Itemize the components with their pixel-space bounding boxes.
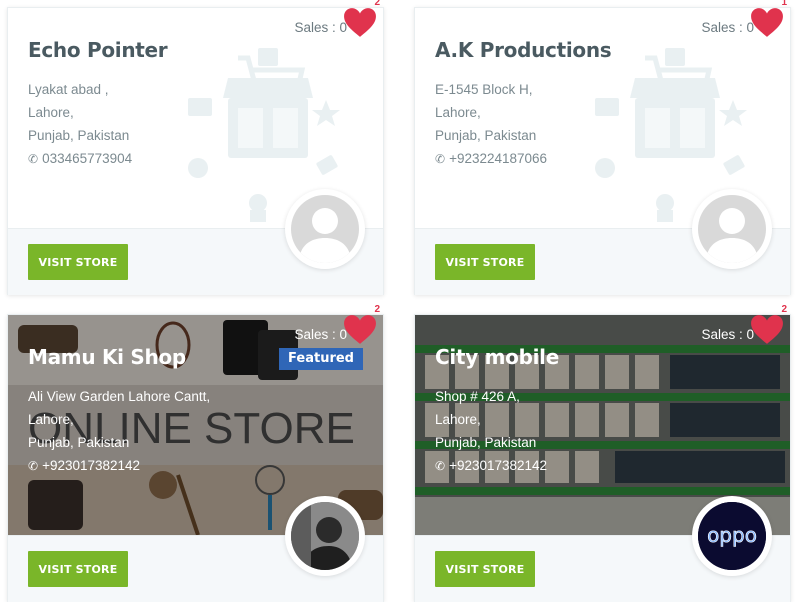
store-phone: ✆ +923017382142 (28, 454, 210, 478)
store-card: City mobile Shop # 426 A, Lahore, Punjab… (414, 304, 791, 602)
favorite-count: 2 (374, 304, 380, 315)
store-card: Echo Pointer Lyakat abad , Lahore, Punja… (7, 0, 384, 295)
visit-store-button[interactable]: VISIT STORE (435, 551, 535, 587)
address-line: Lahore, (28, 105, 74, 120)
store-avatar[interactable]: oppo (692, 496, 772, 576)
phone-number: +923224187066 (449, 151, 548, 166)
favorite-heart-icon[interactable]: 1 (750, 0, 787, 40)
address-line: E-1545 Block H, (435, 82, 533, 97)
address-line: Shop # 426 A, (435, 389, 520, 404)
store-avatar[interactable] (285, 189, 365, 269)
store-phone: ✆ +923017382142 (435, 454, 547, 478)
default-avatar-icon (299, 208, 351, 263)
address-line: Punjab, Pakistan (435, 128, 537, 143)
favorite-count: 1 (781, 0, 787, 8)
phone-number: 033465773904 (42, 151, 133, 166)
address-line: Punjab, Pakistan (435, 435, 537, 450)
store-avatar[interactable] (692, 189, 772, 269)
store-phone: ✆ 033465773904 (28, 147, 132, 171)
store-avatar[interactable] (285, 496, 365, 576)
store-address: Lyakat abad , Lahore, Punjab, Pakistan ✆… (28, 78, 132, 171)
phone-icon: ✆ (28, 152, 39, 166)
phone-icon: ✆ (435, 459, 446, 473)
store-address: Shop # 426 A, Lahore, Punjab, Pakistan ✆… (435, 385, 547, 478)
address-line: Lyakat abad , (28, 82, 109, 97)
address-line: Lahore, (435, 412, 481, 427)
phone-number: +923017382142 (449, 458, 548, 473)
featured-badge: Featured (279, 348, 363, 370)
store-name[interactable]: A.K Productions (435, 38, 612, 62)
oppo-logo: oppo (698, 502, 766, 570)
svg-text:oppo: oppo (707, 523, 757, 547)
phone-icon: ✆ (28, 459, 39, 473)
store-address: Ali View Garden Lahore Cantt, Lahore, Pu… (28, 385, 210, 478)
visit-store-button[interactable]: VISIT STORE (28, 551, 128, 587)
favorite-count: 2 (374, 0, 380, 8)
sales-count: Sales : 0 (701, 20, 754, 35)
address-line: Ali View Garden Lahore Cantt, (28, 389, 211, 404)
favorite-heart-icon[interactable]: 2 (343, 0, 380, 40)
address-line: Lahore, (28, 412, 74, 427)
favorite-heart-icon[interactable]: 2 (750, 304, 787, 347)
default-avatar-icon (706, 208, 758, 263)
sales-count: Sales : 0 (294, 20, 347, 35)
person-photo (291, 502, 359, 570)
store-address: E-1545 Block H, Lahore, Punjab, Pakistan… (435, 78, 547, 171)
store-card: ONLINE STORE Mamu Ki Shop Ali View Garde… (7, 304, 384, 602)
store-name[interactable]: Echo Pointer (28, 38, 168, 62)
sales-count: Sales : 0 (701, 327, 754, 342)
sales-count: Sales : 0 (294, 327, 347, 342)
address-line: Punjab, Pakistan (28, 435, 130, 450)
favorite-count: 2 (781, 304, 787, 315)
store-phone: ✆ +923224187066 (435, 147, 547, 171)
visit-store-button[interactable]: VISIT STORE (435, 244, 535, 280)
address-line: Lahore, (435, 105, 481, 120)
favorite-heart-icon[interactable]: 2 (343, 304, 380, 347)
phone-number: +923017382142 (42, 458, 141, 473)
address-line: Punjab, Pakistan (28, 128, 130, 143)
visit-store-button[interactable]: VISIT STORE (28, 244, 128, 280)
store-name[interactable]: City mobile (435, 345, 559, 369)
store-name[interactable]: Mamu Ki Shop (28, 345, 186, 369)
phone-icon: ✆ (435, 152, 446, 166)
store-card: A.K Productions E-1545 Block H, Lahore, … (414, 0, 791, 295)
